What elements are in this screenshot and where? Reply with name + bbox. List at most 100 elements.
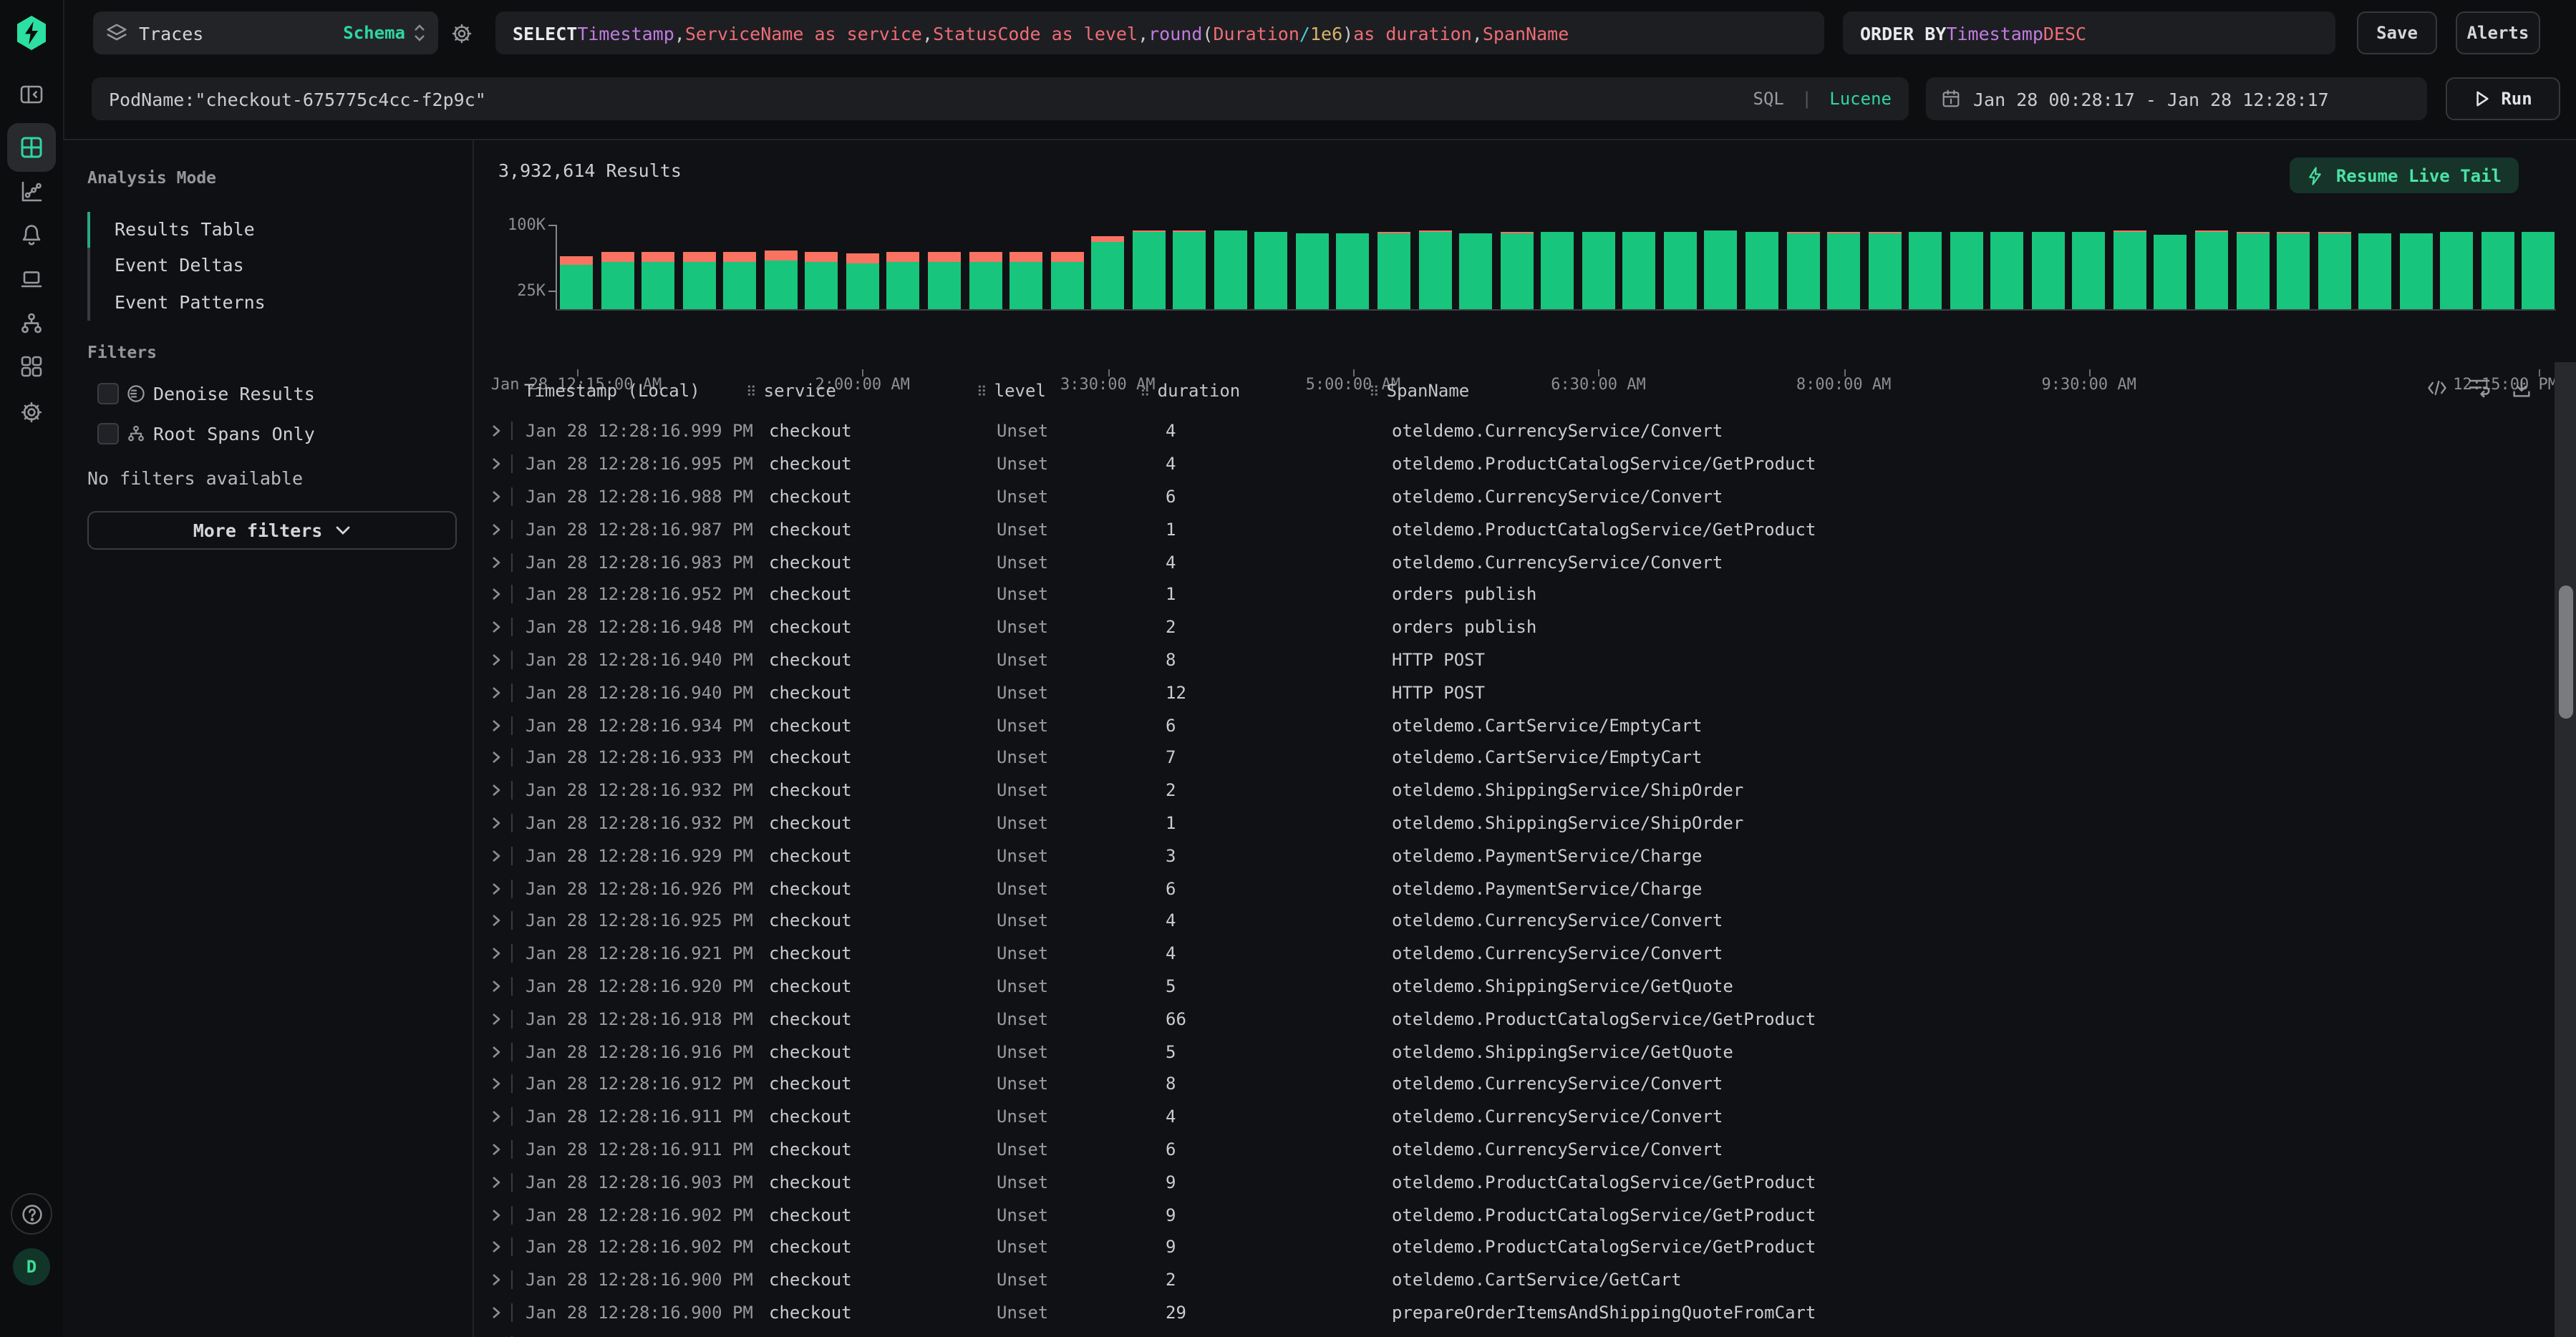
- nav-dashboards-icon[interactable]: [19, 354, 44, 379]
- nav-settings-gear-icon[interactable]: [19, 399, 44, 425]
- histogram-bar[interactable]: [641, 252, 674, 309]
- histogram-bar[interactable]: [1664, 232, 1697, 309]
- select-clause-input[interactable]: SELECT Timestamp, ServiceName as service…: [495, 11, 1824, 54]
- histogram-bar[interactable]: [1909, 232, 1942, 309]
- histogram-bar[interactable]: [928, 253, 961, 309]
- resume-live-tail-button[interactable]: Resume Live Tail: [2290, 157, 2519, 193]
- mode-results-table[interactable]: Results Table: [115, 218, 255, 240]
- table-row[interactable]: Jan 28 12:28:16.902 PMcheckoutUnset9otel…: [474, 1231, 2576, 1264]
- search-query-input[interactable]: PodName:"checkout-675775c4cc-f2p9c" SQL …: [92, 77, 1909, 120]
- expand-row-chevron-icon[interactable]: [490, 1207, 503, 1222]
- view-source-code-icon[interactable]: [2426, 376, 2449, 399]
- expand-row-chevron-icon[interactable]: [490, 587, 503, 603]
- expand-row-chevron-icon[interactable]: [490, 978, 503, 994]
- expand-row-chevron-icon[interactable]: [490, 424, 503, 439]
- nav-alerts-bell-icon[interactable]: [19, 222, 44, 248]
- histogram-bar[interactable]: [1786, 233, 1819, 309]
- table-row[interactable]: Jan 28 12:28:16.916 PMcheckoutUnset5otel…: [474, 1035, 2576, 1068]
- table-scrollbar-track[interactable]: [2555, 362, 2576, 1337]
- table-row[interactable]: Jan 28 12:28:16.903 PMcheckoutUnset9otel…: [474, 1166, 2576, 1199]
- language-lucene-option[interactable]: Lucene: [1829, 89, 1892, 109]
- drag-handle-icon[interactable]: ⠿: [977, 385, 987, 401]
- table-row[interactable]: Jan 28 12:28:16.999 PMcheckoutUnset4otel…: [474, 415, 2576, 448]
- hyperdx-logo-icon[interactable]: [15, 15, 48, 51]
- column-header-spanname[interactable]: ⠿SpanName: [1369, 381, 1469, 401]
- source-selector[interactable]: Traces Schema: [93, 11, 438, 54]
- table-row[interactable]: Jan 28 12:28:16.988 PMcheckoutUnset6otel…: [474, 480, 2576, 513]
- histogram-bar[interactable]: [1337, 233, 1370, 309]
- histogram-bar[interactable]: [765, 251, 798, 309]
- table-row[interactable]: Jan 28 12:28:16.933 PMcheckoutUnset7otel…: [474, 742, 2576, 774]
- mode-event-deltas[interactable]: Event Deltas: [115, 254, 244, 276]
- nav-client-sessions-icon[interactable]: [19, 266, 44, 292]
- table-row[interactable]: Jan 28 12:28:16.934 PMcheckoutUnset6otel…: [474, 709, 2576, 742]
- expand-row-chevron-icon[interactable]: [490, 1175, 503, 1190]
- histogram-bar[interactable]: [2236, 232, 2269, 309]
- denoise-results-checkbox[interactable]: [97, 383, 119, 404]
- expand-row-chevron-icon[interactable]: [490, 1044, 503, 1059]
- table-row[interactable]: Jan 28 12:28:16.902 PMcheckoutUnset9otel…: [474, 1198, 2576, 1231]
- histogram-bar[interactable]: [969, 253, 1002, 309]
- histogram-bar[interactable]: [2073, 232, 2106, 309]
- language-sql-option[interactable]: SQL: [1753, 89, 1784, 109]
- language-toggle[interactable]: SQL | Lucene: [1753, 89, 1892, 109]
- histogram-bar[interactable]: [601, 253, 634, 309]
- expand-row-chevron-icon[interactable]: [490, 782, 503, 798]
- histogram-bar[interactable]: [805, 252, 838, 309]
- histogram-bar[interactable]: [1050, 252, 1083, 309]
- drag-handle-icon[interactable]: ⠿: [1140, 385, 1151, 401]
- expand-row-chevron-icon[interactable]: [490, 1011, 503, 1027]
- download-icon[interactable]: [2510, 376, 2533, 399]
- histogram-bar[interactable]: [1377, 233, 1410, 309]
- drag-handle-icon[interactable]: ⠿: [746, 385, 757, 401]
- source-settings-gear-icon[interactable]: [450, 21, 474, 46]
- histogram-bar[interactable]: [1255, 232, 1288, 309]
- expand-row-chevron-icon[interactable]: [490, 554, 503, 570]
- histogram-bar[interactable]: [2154, 235, 2187, 309]
- histogram-bar[interactable]: [1623, 232, 1656, 309]
- table-row[interactable]: Jan 28 12:28:16.925 PMcheckoutUnset4otel…: [474, 905, 2576, 938]
- denoise-results-label[interactable]: Denoise Results: [153, 383, 315, 404]
- schema-toggle[interactable]: Schema: [343, 23, 405, 43]
- histogram-bar[interactable]: [887, 253, 920, 309]
- column-header-level[interactable]: ⠿level: [977, 381, 1046, 401]
- histogram-bar[interactable]: [560, 256, 593, 309]
- more-filters-button[interactable]: More filters: [87, 511, 457, 550]
- histogram-bar[interactable]: [1214, 230, 1247, 309]
- alerts-button[interactable]: Alerts: [2456, 11, 2540, 54]
- table-scrollbar-thumb[interactable]: [2558, 585, 2572, 719]
- histogram-bar[interactable]: [1582, 232, 1615, 309]
- collapse-sidebar-icon[interactable]: [19, 82, 44, 107]
- expand-row-chevron-icon[interactable]: [490, 619, 503, 635]
- histogram-bar[interactable]: [2481, 232, 2514, 309]
- histogram-bar[interactable]: [2113, 231, 2146, 309]
- table-row[interactable]: Jan 28 12:28:16.932 PMcheckoutUnset1otel…: [474, 807, 2576, 840]
- save-button[interactable]: Save: [2357, 11, 2437, 54]
- expand-row-chevron-icon[interactable]: [490, 1076, 503, 1092]
- table-row[interactable]: Jan 28 12:28:16.911 PMcheckoutUnset4otel…: [474, 1101, 2576, 1134]
- root-spans-checkbox[interactable]: [97, 423, 119, 444]
- nav-services-icon[interactable]: [19, 311, 44, 336]
- expand-row-chevron-icon[interactable]: [490, 717, 503, 733]
- histogram-bar[interactable]: [2318, 233, 2350, 309]
- column-header-duration[interactable]: ⠿duration: [1140, 381, 1240, 401]
- text-wrap-icon[interactable]: [2467, 375, 2492, 399]
- histogram-bar[interactable]: [682, 252, 715, 309]
- table-row[interactable]: Jan 28 12:28:16.952 PMcheckoutUnset1orde…: [474, 578, 2576, 611]
- table-row[interactable]: Jan 28 12:28:16.900 PMcheckoutUnset29pre…: [474, 1296, 2576, 1329]
- histogram-bar[interactable]: [2441, 233, 2474, 309]
- histogram-bar[interactable]: [1827, 233, 1860, 309]
- histogram-bar[interactable]: [1745, 232, 1778, 309]
- expand-row-chevron-icon[interactable]: [490, 1109, 503, 1124]
- column-header-timestamp[interactable]: Timestamp (Local): [524, 381, 700, 401]
- histogram-bar[interactable]: [2400, 233, 2433, 309]
- time-range-picker[interactable]: Jan 28 00:28:17 - Jan 28 12:28:17: [1926, 77, 2427, 120]
- expand-row-chevron-icon[interactable]: [490, 1240, 503, 1255]
- expand-row-chevron-icon[interactable]: [490, 1272, 503, 1288]
- table-row[interactable]: Jan 28 12:28:16.920 PMcheckoutUnset5otel…: [474, 970, 2576, 1003]
- expand-row-chevron-icon[interactable]: [490, 489, 503, 505]
- expand-row-chevron-icon[interactable]: [490, 913, 503, 929]
- histogram-bar[interactable]: [1991, 232, 2024, 309]
- table-row[interactable]: Jan 28 12:28:16.940 PMcheckoutUnset8HTTP…: [474, 643, 2576, 676]
- table-row[interactable]: Jan 28 12:28:16.929 PMcheckoutUnset3otel…: [474, 840, 2576, 872]
